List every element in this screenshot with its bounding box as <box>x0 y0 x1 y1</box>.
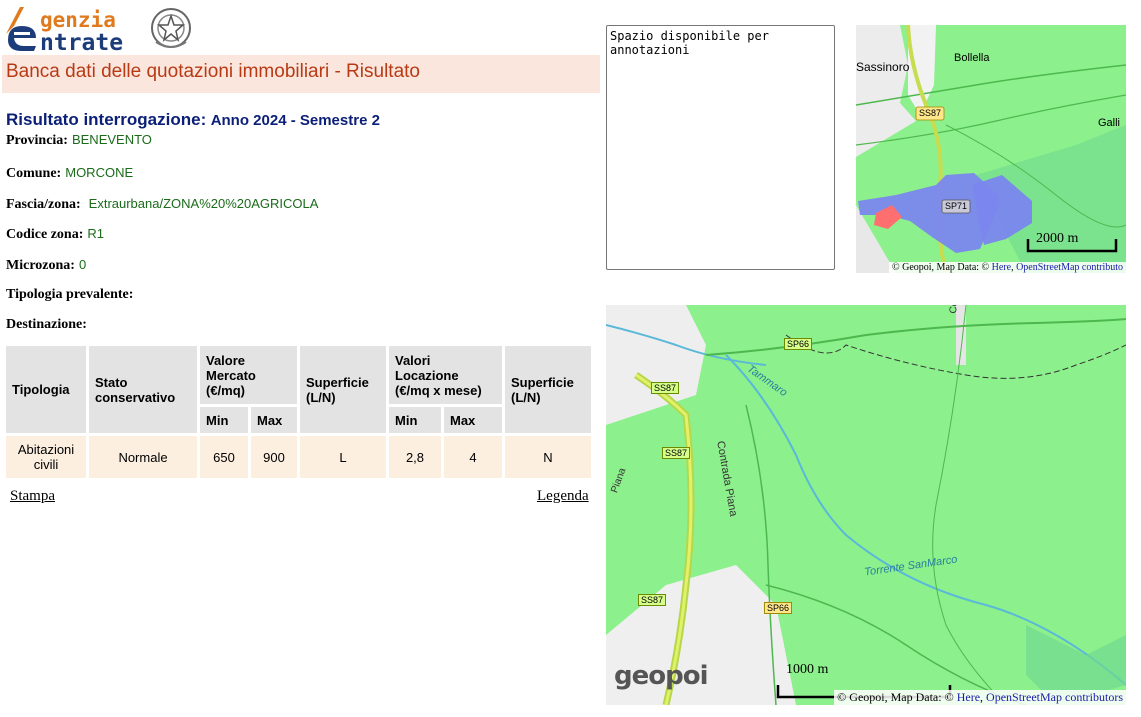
cell-vm-max: 900 <box>251 436 297 478</box>
field-value: 0 <box>78 257 87 272</box>
header-vm-min: Min <box>200 407 248 433</box>
field-fascia: Fascia/zona: Extraurbana/ZONA%20%20AGRICO… <box>6 196 318 213</box>
field-label: Fascia/zona: <box>6 197 81 212</box>
road-label-ss87-a: SS87 <box>651 382 680 394</box>
cell-loc-min: 2,8 <box>389 436 441 478</box>
road-label-ss87-b: SS87 <box>662 447 691 459</box>
header-stato: Stato conservativo <box>89 346 197 433</box>
result-heading: Risultato interrogazione: Anno 2024 - Se… <box>6 110 380 130</box>
road-label-sp66-bottom: SP66 <box>764 602 793 614</box>
map-label-bollella: Bollella <box>954 52 990 64</box>
header-superficie-2: Superficie (L/N) <box>505 346 591 433</box>
road-label-ss87-c: SS87 <box>638 594 667 606</box>
cell-vm-min: 650 <box>200 436 248 478</box>
field-label: Comune: <box>6 166 62 181</box>
field-value: MORCONE <box>65 165 134 180</box>
detail-map[interactable]: SP66 SS87 SS87 SS87 SP66 Tammaro Contrad… <box>606 305 1126 705</box>
map-scale-label: 2000 m <box>1036 231 1079 246</box>
overview-map[interactable]: Sassinoro Bollella Galli SS87 SP71 2000 … <box>856 25 1126 273</box>
title-bar: Banca dati delle quotazioni immobiliari … <box>2 55 600 93</box>
agenzia-entrate-logo: genzia ntrate <box>2 4 194 56</box>
map-label-galli: Galli <box>1098 117 1121 129</box>
field-provincia: Provincia: BENEVENTO <box>6 132 152 149</box>
quotazioni-table: Tipologia Stato conservativo Valore Merc… <box>3 343 594 481</box>
logo-mark-icon <box>6 7 36 51</box>
field-label: Destinazione: <box>6 317 87 332</box>
field-codice-zona: Codice zona: R1 <box>6 226 104 243</box>
road-label-sp71: SP71 <box>945 201 968 211</box>
header-superficie: Superficie (L/N) <box>300 346 386 433</box>
field-label: Codice zona: <box>6 227 84 242</box>
field-comune: Comune: MORCONE <box>6 165 133 182</box>
header-tipologia: Tipologia <box>6 346 86 433</box>
logo-text-agenzia: genzia <box>40 8 116 32</box>
road-label-sp66-top: SP66 <box>784 338 813 350</box>
table-row: Abitazioni civili Normale 650 900 L 2,8 … <box>6 436 591 478</box>
map-attribution: © Geopoi, Map Data: © Here, OpenStreetMa… <box>834 690 1126 705</box>
road-label-ss87: SS87 <box>919 108 942 118</box>
republic-emblem-icon <box>151 8 191 48</box>
cell-superficie-2: N <box>505 436 591 478</box>
field-value: BENEVENTO <box>71 132 152 147</box>
field-label: Microzona: <box>6 258 75 273</box>
field-value: Extraurbana/ZONA%20%20AGRICOLA <box>88 196 319 211</box>
table-header-row: Tipologia Stato conservativo Valore Merc… <box>6 346 591 433</box>
header-valori-locazione: Valori Locazione (€/mq x mese) <box>389 346 502 404</box>
stampa-link[interactable]: Stampa <box>10 488 55 505</box>
cell-stato: Normale <box>89 436 197 478</box>
field-label: Tipologia prevalente: <box>6 287 134 302</box>
header-vm-max: Max <box>251 407 297 433</box>
map-label-sassinoro: Sassinoro <box>856 60 910 74</box>
result-heading-label: Risultato interrogazione: <box>6 110 207 129</box>
attribution-prefix: © Geopoi, Map Data: © <box>837 690 954 704</box>
field-microzona: Microzona: 0 <box>6 257 86 274</box>
osm-link[interactable]: OpenStreetMap contributors <box>986 690 1123 704</box>
result-heading-value: Anno 2024 - Semestre 2 <box>210 112 380 129</box>
page-title: Banca dati delle quotazioni immobiliari … <box>6 61 420 82</box>
notes-textarea[interactable]: Spazio disponibile per annotazioni <box>606 25 835 270</box>
header-loc-min: Min <box>389 407 441 433</box>
logo-text-entrate: ntrate <box>40 30 124 56</box>
map-attribution: © Geopoi, Map Data: © Here, OpenStreetMa… <box>889 262 1126 273</box>
field-destinazione: Destinazione: <box>6 317 87 333</box>
osm-link[interactable]: OpenStreetMap contributo <box>1016 262 1123 273</box>
detail-map-tiles <box>606 305 1126 705</box>
header-valore-mercato: Valore Mercato (€/mq) <box>200 346 297 404</box>
field-label: Provincia: <box>6 133 68 148</box>
geopoi-logo: geopoi <box>614 661 708 691</box>
cell-superficie: L <box>300 436 386 478</box>
here-link[interactable]: Here <box>992 262 1011 273</box>
cell-loc-max: 4 <box>444 436 502 478</box>
field-value: R1 <box>87 226 105 241</box>
here-link[interactable]: Here <box>957 690 980 704</box>
map-scale-label: 1000 m <box>786 662 829 677</box>
field-tipologia-prevalente: Tipologia prevalente: <box>6 287 133 303</box>
legenda-link[interactable]: Legenda <box>537 488 589 505</box>
header-loc-max: Max <box>444 407 502 433</box>
attribution-prefix: © Geopoi, Map Data: © <box>892 262 990 273</box>
cell-tipologia: Abitazioni civili <box>6 436 86 478</box>
